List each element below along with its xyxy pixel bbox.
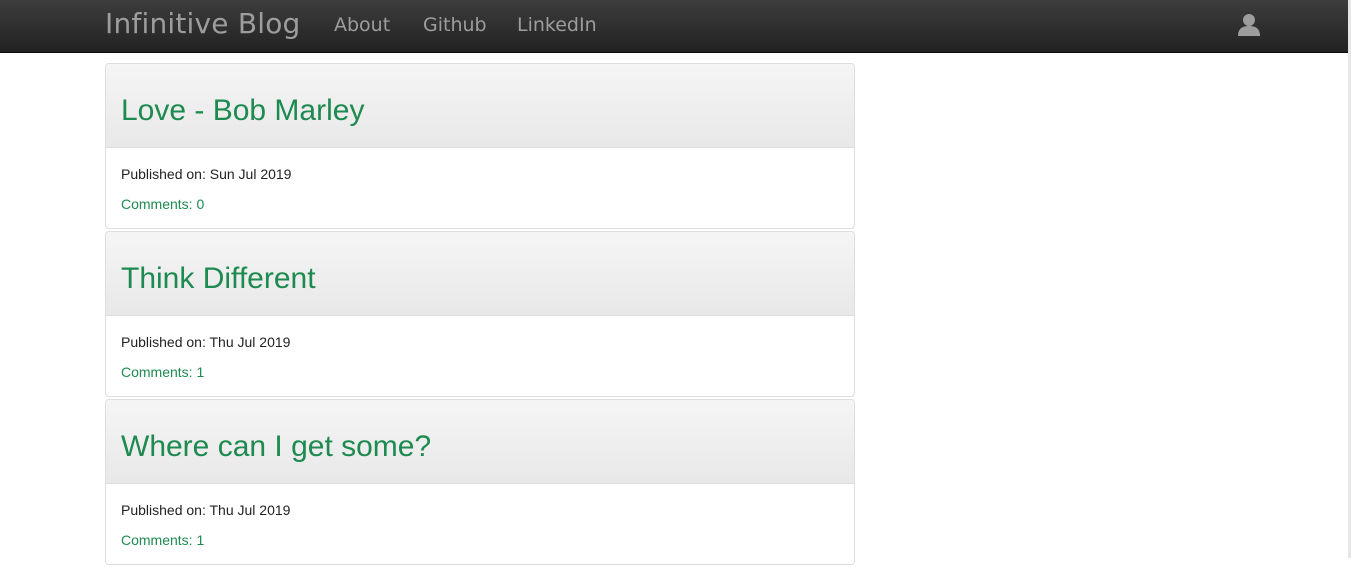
user-icon[interactable] (1237, 13, 1261, 37)
published-value: Thu Jul 2019 (209, 334, 291, 350)
published-label: Published on: (121, 334, 206, 350)
post-card: Where can I get some? Published on: Thu … (105, 399, 855, 565)
comments-link[interactable]: Comments: 1 (121, 363, 204, 381)
post-title-link[interactable]: Where can I get some? (121, 429, 431, 465)
post-card-header: Think Different (106, 232, 854, 316)
nav-link-linkedin[interactable]: LinkedIn (517, 12, 597, 38)
post-title-link[interactable]: Love - Bob Marley (121, 93, 364, 129)
post-card-header: Love - Bob Marley (106, 64, 854, 148)
published-date: Published on: Thu Jul 2019 (121, 501, 290, 519)
published-label: Published on: (121, 502, 206, 518)
nav-link-github[interactable]: Github (423, 12, 487, 38)
nav-link-about[interactable]: About (334, 12, 390, 38)
post-card: Love - Bob Marley Published on: Sun Jul … (105, 63, 855, 229)
post-card-header: Where can I get some? (106, 400, 854, 484)
post-list: Love - Bob Marley Published on: Sun Jul … (105, 63, 855, 567)
published-date: Published on: Sun Jul 2019 (121, 165, 291, 183)
brand-link[interactable]: Infinitive Blog (105, 5, 301, 43)
published-value: Sun Jul 2019 (209, 166, 292, 182)
comments-link[interactable]: Comments: 0 (121, 195, 204, 213)
post-title-link[interactable]: Think Different (121, 261, 316, 297)
published-label: Published on: (121, 166, 206, 182)
comments-link[interactable]: Comments: 1 (121, 531, 204, 549)
post-card: Think Different Published on: Thu Jul 20… (105, 231, 855, 397)
published-value: Thu Jul 2019 (209, 502, 291, 518)
top-navbar: Infinitive Blog About Github LinkedIn (0, 0, 1348, 53)
published-date: Published on: Thu Jul 2019 (121, 333, 290, 351)
